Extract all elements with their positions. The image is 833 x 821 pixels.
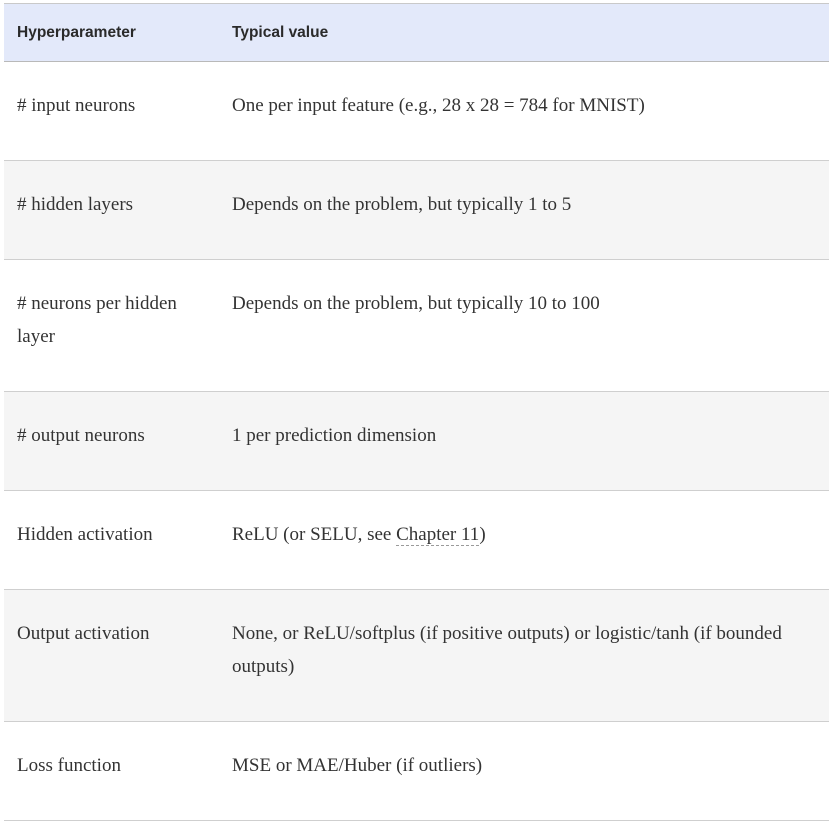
table-row: # hidden layers Depends on the problem, … [4,160,829,260]
table-row: Loss function MSE or MAE/Huber (if outli… [4,721,829,821]
param-cell: # input neurons [4,61,219,161]
param-cell: Loss function [4,721,219,821]
param-cell: # hidden layers [4,160,219,260]
header-hyperparameter: Hyperparameter [4,3,219,62]
value-cell: 1 per prediction dimension [219,391,829,491]
table-header: Hyperparameter Typical value [4,3,829,62]
table-row: # input neurons One per input feature (e… [4,61,829,161]
param-cell: # neurons per hidden layer [4,259,219,392]
table-row: # output neurons 1 per prediction dimens… [4,391,829,491]
header-typical-value: Typical value [219,3,829,62]
header-row: Hyperparameter Typical value [4,3,829,62]
value-cell: Depends on the problem, but typically 1 … [219,160,829,260]
table-row: # neurons per hidden layer Depends on th… [4,259,829,392]
value-text-before: ReLU (or SELU, see [232,524,397,545]
hyperparameter-table: Hyperparameter Typical value # input neu… [4,3,829,821]
param-cell: Output activation [4,589,219,722]
table-body: # input neurons One per input feature (e… [4,61,829,821]
param-cell: # output neurons [4,391,219,491]
table-row: Output activation None, or ReLU/softplus… [4,589,829,722]
param-cell: Hidden activation [4,490,219,590]
value-cell: None, or ReLU/softplus (if positive outp… [219,589,829,722]
value-cell: MSE or MAE/Huber (if outliers) [219,721,829,821]
value-cell: One per input feature (e.g., 28 x 28 = 7… [219,61,829,161]
value-cell: ReLU (or SELU, see Chapter 11) [219,490,829,590]
chapter-11-link[interactable]: Chapter 11 [396,524,480,546]
value-cell: Depends on the problem, but typically 10… [219,259,829,392]
table-row: Hidden activation ReLU (or SELU, see Cha… [4,490,829,590]
value-text-after: ) [479,524,486,545]
